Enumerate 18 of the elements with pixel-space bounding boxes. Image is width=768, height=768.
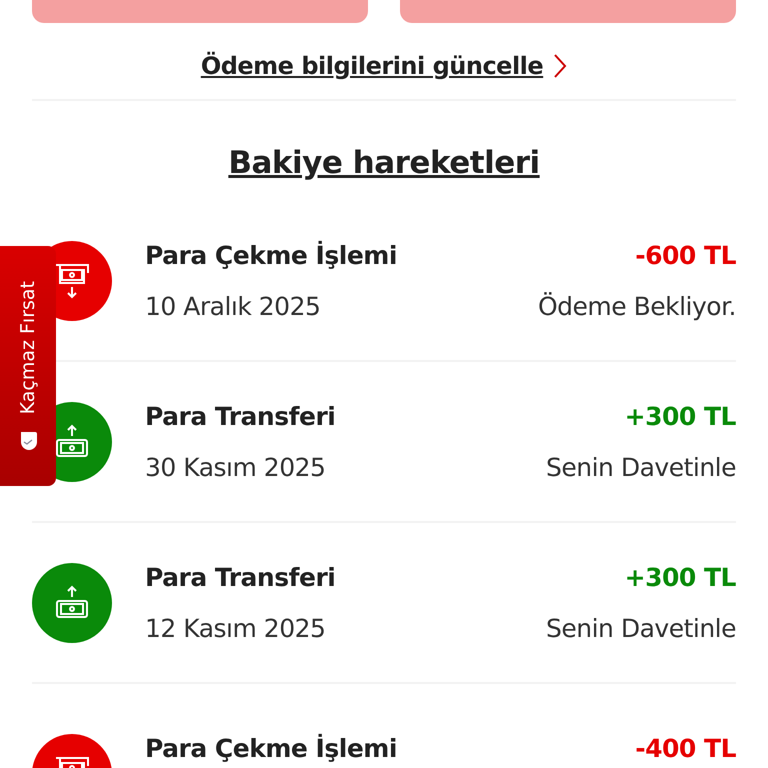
transaction-title: Para Transferi (145, 562, 336, 592)
transaction-status: Senin Davetinle (546, 614, 736, 642)
chevron-right-icon (553, 53, 568, 79)
update-payment-link[interactable]: Ödeme bilgilerini güncelle (200, 52, 544, 80)
transaction-title: Para Transferi (145, 402, 336, 430)
transaction-amount: +300 TL (624, 562, 736, 592)
transaction-title: Para Çekme İşlemi (145, 240, 398, 270)
transaction-amount: -600 TL (634, 240, 736, 270)
transaction-title: Para Çekme İşlemi (145, 734, 398, 763)
transaction-amount: -400 TL (635, 734, 736, 763)
transaction-date: 12 Kasım 2025 (145, 614, 326, 642)
transaction-date: 30 Kasım 2025 (145, 452, 326, 482)
transaction-date: 10 Aralık 2025 (145, 292, 322, 320)
section-title: Bakiye hareketleri (227, 144, 541, 183)
promo-side-tab[interactable]: Kaçmaz Fırsat (0, 246, 56, 486)
transaction-amount: +300 TL (624, 402, 736, 430)
transaction-status: Ödeme Bekliyor. (538, 292, 736, 320)
transaction-status: Senin Davetinle (546, 452, 736, 482)
